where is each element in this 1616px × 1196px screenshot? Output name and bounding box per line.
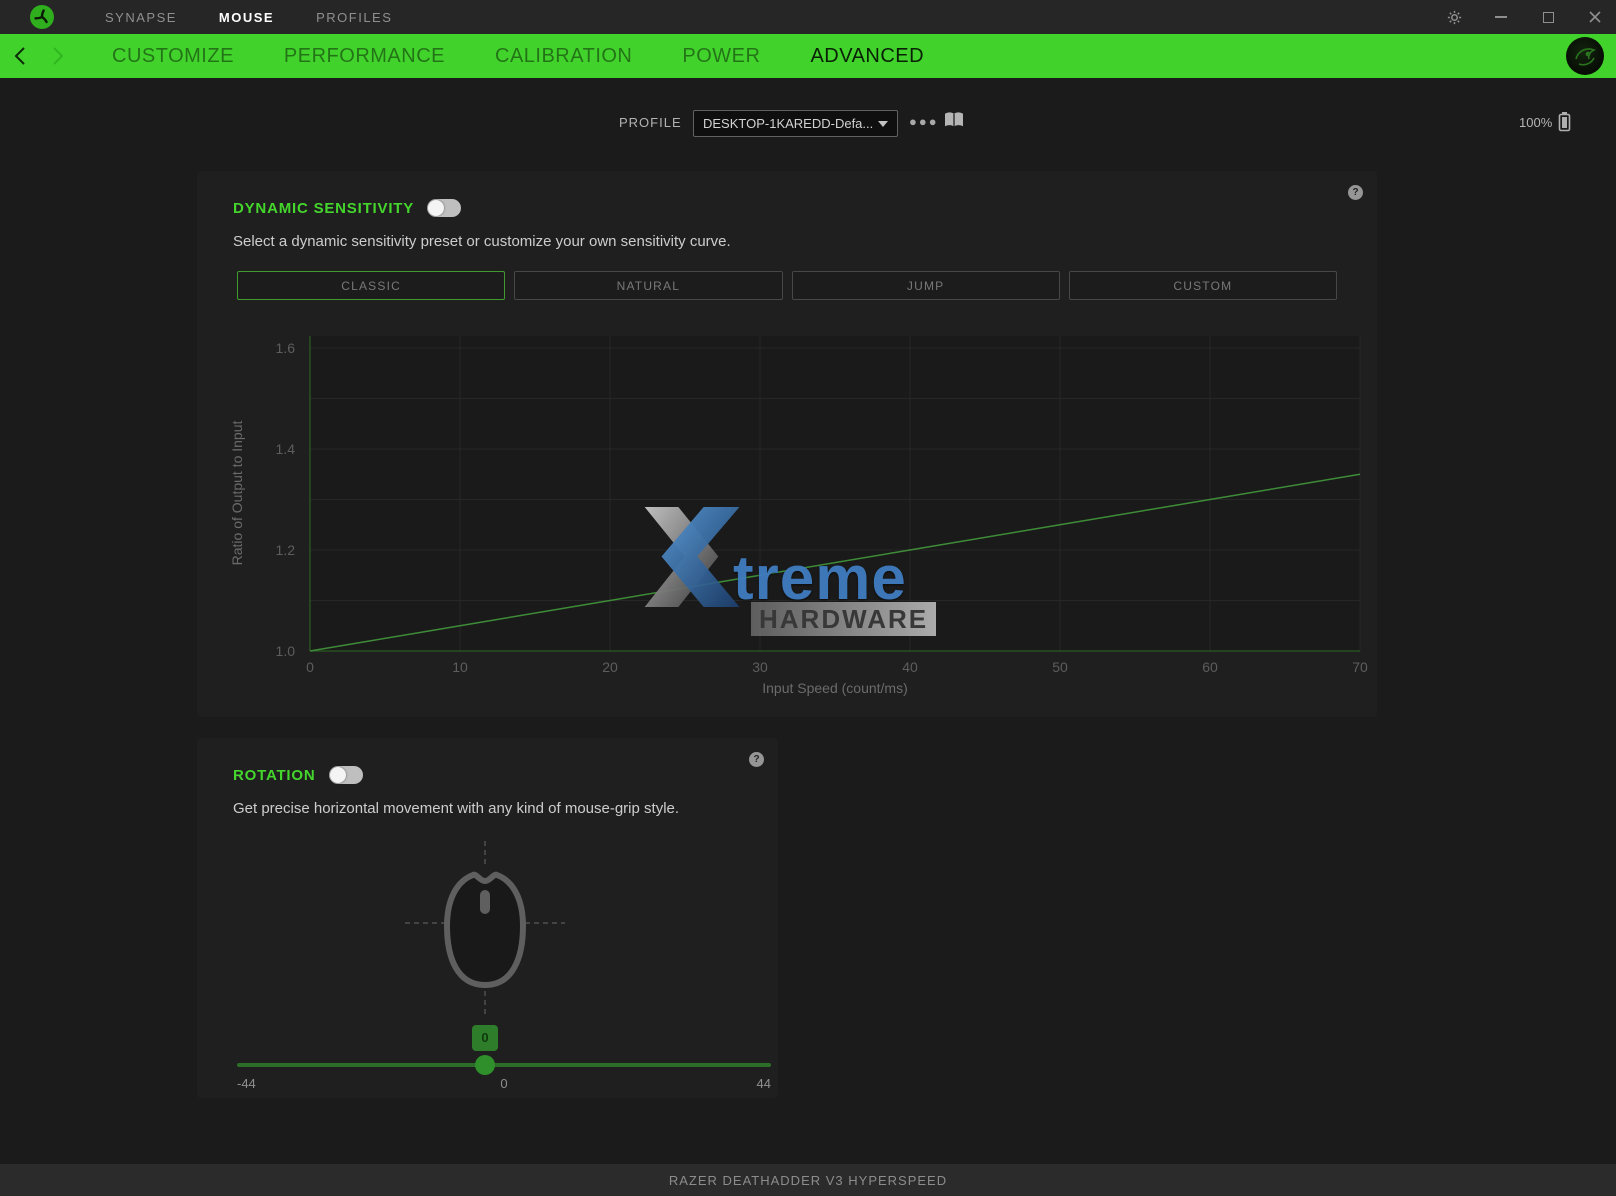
dynamic-sensitivity-title: DYNAMIC SENSITIVITY <box>233 200 414 217</box>
toggle-knob <box>330 767 346 783</box>
svg-text:20: 20 <box>602 659 618 675</box>
device-tabs: CUSTOMIZE PERFORMANCE CALIBRATION POWER … <box>112 34 924 78</box>
help-icon[interactable]: ? <box>749 752 764 767</box>
svg-text:50: 50 <box>1052 659 1068 675</box>
svg-text:Input Speed (count/ms): Input Speed (count/ms) <box>762 680 908 696</box>
chevron-down-icon <box>878 121 888 127</box>
rotation-slider-thumb[interactable] <box>475 1055 495 1075</box>
titlebar: SYNAPSE MOUSE PROFILES <box>0 0 1616 34</box>
svg-text:1.2: 1.2 <box>276 542 296 558</box>
close-button[interactable] <box>1586 8 1604 26</box>
profile-dropdown[interactable]: DESKTOP-1KAREDD-Defa... <box>693 110 898 137</box>
mouse-icon <box>197 833 778 1018</box>
preset-classic-button[interactable]: CLASSIC <box>237 271 505 300</box>
tab-customize[interactable]: CUSTOMIZE <box>112 45 234 68</box>
tab-performance[interactable]: PERFORMANCE <box>284 45 445 68</box>
menu-item-mouse[interactable]: MOUSE <box>219 10 274 25</box>
sensitivity-chart: 1.0 1.2 1.4 1.6 0 10 20 30 40 50 60 70 Input Speed (… <box>197 311 1377 706</box>
svg-text:30: 30 <box>752 659 768 675</box>
rotation-panel: ? ROTATION Get precise horizontal moveme… <box>197 738 778 1098</box>
svg-text:40: 40 <box>902 659 918 675</box>
profile-more-button[interactable]: ●●● <box>909 114 939 129</box>
minimize-button[interactable] <box>1492 8 1510 26</box>
profile-avatar[interactable] <box>1566 37 1604 75</box>
menu-item-synapse[interactable]: SYNAPSE <box>105 10 177 25</box>
svg-text:1.6: 1.6 <box>276 340 296 356</box>
rotation-value-badge: 0 <box>472 1025 498 1051</box>
rotation-header: ROTATION <box>233 766 363 784</box>
preset-custom-button[interactable]: CUSTOM <box>1069 271 1337 300</box>
dynamic-sensitivity-toggle[interactable] <box>427 199 461 217</box>
sensitivity-chart-area: 1.0 1.2 1.4 1.6 0 10 20 30 40 50 60 70 Input Speed (… <box>197 311 1377 706</box>
mouse-rotation-figure <box>197 833 778 1018</box>
nav-arrows <box>12 34 66 78</box>
tab-advanced[interactable]: ADVANCED <box>810 45 924 68</box>
rotation-slider-labels: -44 0 44 <box>237 1076 771 1094</box>
svg-text:10: 10 <box>452 659 468 675</box>
sensitivity-presets: CLASSIC NATURAL JUMP CUSTOM <box>237 271 1337 300</box>
device-nav-bar: CUSTOMIZE PERFORMANCE CALIBRATION POWER … <box>0 34 1616 78</box>
preset-natural-button[interactable]: NATURAL <box>514 271 782 300</box>
battery-percentage: 100% <box>1519 115 1552 130</box>
menu-item-profiles[interactable]: PROFILES <box>316 10 392 25</box>
dynamic-sensitivity-panel: ? DYNAMIC SENSITIVITY Select a dynamic s… <box>197 171 1377 717</box>
svg-text:70: 70 <box>1352 659 1368 675</box>
tab-power[interactable]: POWER <box>682 45 760 68</box>
slider-min-label: -44 <box>237 1076 256 1091</box>
rotation-toggle[interactable] <box>329 766 363 784</box>
minimize-icon <box>1495 16 1507 18</box>
svg-text:1.0: 1.0 <box>276 643 296 659</box>
svg-text:1.4: 1.4 <box>276 441 296 457</box>
profile-row: PROFILE DESKTOP-1KAREDD-Defa... ●●● 100% <box>0 108 1616 140</box>
svg-text:0: 0 <box>306 659 314 675</box>
rotation-description: Get precise horizontal movement with any… <box>233 800 679 817</box>
slider-center-label: 0 <box>500 1076 507 1091</box>
rotation-title: ROTATION <box>233 767 316 784</box>
battery-icon <box>1558 111 1571 137</box>
slider-max-label: 44 <box>757 1076 771 1091</box>
top-menu: SYNAPSE MOUSE PROFILES <box>105 0 392 34</box>
settings-gear-icon[interactable] <box>1445 8 1463 26</box>
avatar-art <box>1566 37 1604 75</box>
preset-jump-button[interactable]: JUMP <box>792 271 1060 300</box>
profile-label: PROFILE <box>619 115 682 130</box>
rotation-slider-track[interactable] <box>237 1063 771 1067</box>
svg-text:Ratio of Output to Input: Ratio of Output to Input <box>229 421 245 566</box>
maximize-icon <box>1543 12 1554 23</box>
window-controls <box>1445 0 1604 34</box>
device-footer: RAZER DEATHADDER V3 HYPERSPEED <box>0 1164 1616 1196</box>
svg-text:60: 60 <box>1202 659 1218 675</box>
device-name: RAZER DEATHADDER V3 HYPERSPEED <box>669 1173 947 1188</box>
book-icon <box>943 111 965 129</box>
dynamic-sensitivity-description: Select a dynamic sensitivity preset or c… <box>233 233 731 250</box>
razer-triskelion <box>34 9 50 25</box>
profile-library-button[interactable] <box>943 111 965 134</box>
toggle-knob <box>428 200 444 216</box>
tab-calibration[interactable]: CALIBRATION <box>495 45 632 68</box>
synapse-window: SYNAPSE MOUSE PROFILES <box>0 0 1616 1196</box>
close-icon <box>1588 10 1602 24</box>
maximize-button[interactable] <box>1539 8 1557 26</box>
profile-dropdown-value: DESKTOP-1KAREDD-Defa... <box>694 116 878 131</box>
forward-arrow-icon[interactable] <box>50 45 66 67</box>
back-arrow-icon[interactable] <box>12 45 28 67</box>
razer-logo-icon[interactable] <box>30 5 54 29</box>
help-icon[interactable]: ? <box>1348 185 1363 200</box>
dynamic-sensitivity-header: DYNAMIC SENSITIVITY <box>233 199 461 217</box>
